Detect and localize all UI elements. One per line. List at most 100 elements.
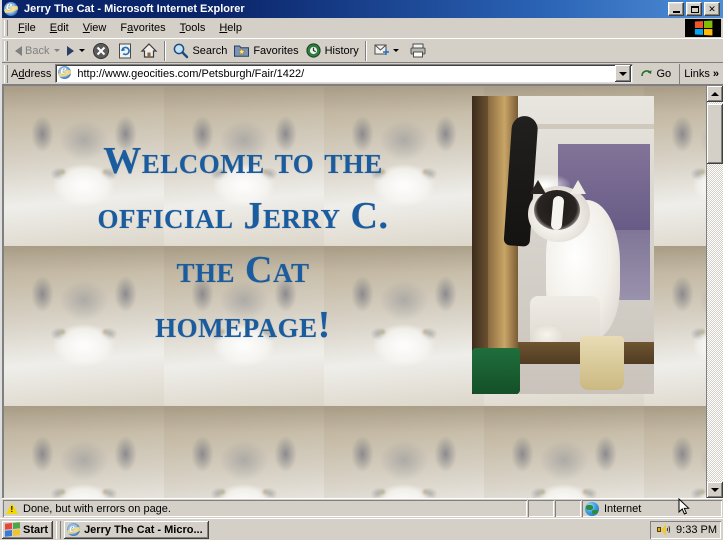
tray-clock[interactable]: 9:33 PM [676,524,717,536]
web-page: Welcome to the official Jerry C. the Cat… [4,86,706,498]
restore-icon [690,4,703,13]
go-arrow-icon [640,69,652,76]
printer-icon [410,43,426,58]
status-message: Done, but with errors on page. [23,502,171,515]
forward-button[interactable] [64,40,77,62]
back-button-label: Back [25,44,50,57]
stop-icon [93,42,110,59]
links-button[interactable]: Links » [679,63,723,84]
menu-tools-label: ools [185,21,206,34]
page-viewport: Welcome to the official Jerry C. the Cat… [2,85,723,498]
taskbar-item-ie[interactable]: Jerry The Cat - Micro... [64,520,210,539]
refresh-icon [119,43,132,58]
menu-edit[interactable]: Edit [43,20,76,36]
favorites-button[interactable]: Favorites [230,40,301,62]
address-input[interactable] [73,66,614,81]
page-title-line-1: Welcome to the [103,140,383,182]
start-button-label: Start [23,523,49,536]
main-cat-photo [472,96,654,394]
page-title: Welcome to the official Jerry C. the Cat… [38,134,448,353]
refresh-button[interactable] [113,40,137,62]
taskbar-grip[interactable] [56,520,62,539]
home-button[interactable] [137,40,161,62]
address-label: Address [11,67,52,80]
window-title: Jerry The Cat - Microsoft Internet Explo… [24,3,245,15]
menu-help[interactable]: Help [212,20,249,36]
menu-favorites-label: vorites [133,21,166,34]
menu-file-label: ile [24,21,36,34]
favorites-button-label: Favorites [253,44,299,57]
page-ie-e-icon [58,66,73,81]
chevron-down-icon [618,71,627,76]
page-title-line-2: official Jerry C. [97,194,389,237]
address-input-wrap[interactable] [55,64,633,83]
minimize-icon [672,10,680,13]
menu-view-label: iew [89,21,107,34]
globe-icon [585,501,599,516]
history-clock-icon [305,43,321,58]
page-title-line-4: homepage! [155,304,331,347]
start-button[interactable]: Start [2,520,54,539]
favorites-folder-icon [234,45,250,57]
minimize-button[interactable] [668,2,684,16]
menu-view[interactable]: View [76,20,114,36]
back-history-dropdown[interactable] [54,49,61,52]
menu-tools[interactable]: Tools [173,20,213,36]
status-pane-blank-1 [528,500,554,517]
menubar-grip[interactable] [4,19,8,36]
close-icon: ✕ [708,3,716,14]
print-button[interactable] [406,40,430,62]
addressbar-grip[interactable] [4,64,8,83]
search-icon [174,43,189,59]
browser-window: Jerry The Cat - Microsoft Internet Explo… [0,0,723,518]
mail-button[interactable] [370,40,406,62]
go-button-label: Go [656,67,672,80]
windows-flag-icon [5,522,20,537]
window-controls: ✕ [668,2,720,16]
links-chevron-icon: » [712,67,719,80]
toolbar-separator-1 [164,40,167,61]
ie-e-icon [67,523,81,536]
page-title-line-3: the Cat [176,249,310,292]
toolbar-grip[interactable] [4,40,8,61]
stop-button[interactable] [89,40,113,62]
main-toolbar: Back Search Favorites History [2,38,723,63]
windows-flag-icon [685,19,721,37]
search-button[interactable]: Search [169,40,230,62]
ie-e-icon[interactable] [4,1,20,17]
menu-help-label: elp [227,21,242,34]
scroll-up-arrow-icon [711,92,719,96]
history-button-label: History [324,44,359,57]
back-button[interactable]: Back [12,40,52,62]
restore-button[interactable] [686,2,703,16]
scroll-down-button[interactable] [707,482,723,498]
address-bar: Address Go Links » [2,63,723,85]
forward-history-dropdown[interactable] [79,49,86,52]
status-message-pane: Done, but with errors on page. [3,500,527,517]
vertical-scrollbar[interactable] [706,86,723,498]
title-bar[interactable]: Jerry The Cat - Microsoft Internet Explo… [2,0,723,18]
menu-favorites[interactable]: Favorites [113,20,172,36]
warning-triangle-icon [6,502,19,515]
security-zone-pane[interactable]: Internet [582,500,722,517]
menu-bar: File Edit View Favorites Tools Help [2,18,723,38]
security-zone-label: Internet [604,502,642,515]
menu-edit-label: dit [57,21,69,34]
search-button-label: Search [192,44,228,57]
system-tray: 9:33 PM [650,521,721,539]
go-button[interactable]: Go [633,64,678,84]
status-pane-blank-2 [555,500,581,517]
speaker-icon[interactable] [656,523,671,536]
scrollbar-thumb[interactable] [707,104,723,164]
history-button[interactable]: History [302,40,362,62]
scroll-up-button[interactable] [707,86,723,102]
mail-icon [374,44,389,55]
close-button[interactable]: ✕ [704,2,720,16]
arrow-right-icon [67,45,75,56]
scroll-down-arrow-icon [711,488,719,492]
address-dropdown-button[interactable] [614,65,631,82]
menu-file[interactable]: File [11,20,43,36]
mail-dropdown-arrow[interactable] [392,49,399,52]
toolbar-separator-2 [364,40,367,61]
taskbar-item-label: Jerry The Cat - Micro... [84,523,203,536]
